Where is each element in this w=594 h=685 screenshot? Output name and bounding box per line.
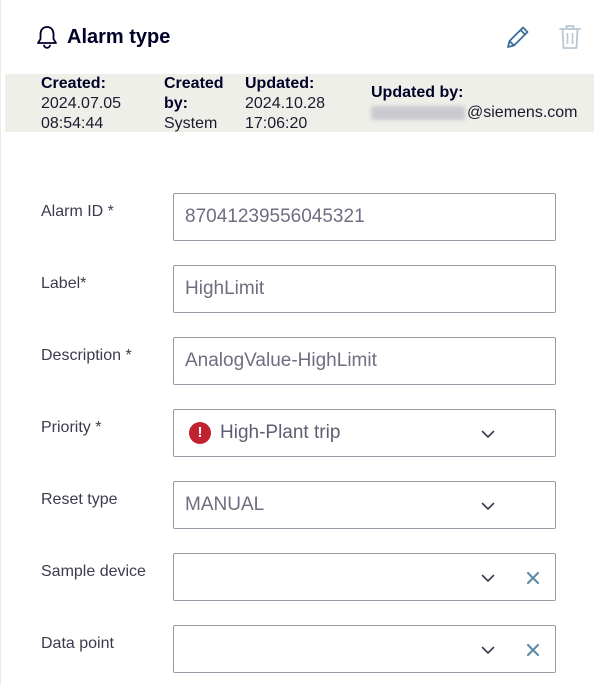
created-label: Created: — [41, 75, 106, 92]
sample-device-label: Sample device — [41, 563, 146, 580]
trash-icon[interactable] — [556, 22, 584, 52]
alarm-id-value: 87041239556045321 — [185, 206, 365, 227]
updated-time: 17:06:20 — [245, 115, 308, 132]
updated-by-label: Updated by: — [371, 84, 464, 101]
updated-label: Updated: — [245, 75, 315, 92]
reset-type-value: MANUAL — [185, 494, 265, 515]
label-field-label: Label* — [41, 275, 87, 292]
chevron-down-icon[interactable] — [480, 570, 496, 586]
created-date: 2024.07.05 — [41, 95, 122, 112]
priority-select[interactable]: ! High-Plant trip — [173, 409, 556, 457]
sample-device-row: Sample device — [1, 553, 594, 601]
label-input[interactable]: HighLimit — [173, 265, 556, 313]
created-by-label-2: by: — [164, 95, 188, 112]
clear-icon[interactable] — [525, 642, 541, 658]
reset-type-label: Reset type — [41, 491, 118, 508]
created-by-value: System — [164, 115, 218, 132]
clear-icon[interactable] — [525, 570, 541, 586]
alarm-id-row: Alarm ID * 87041239556045321 — [1, 193, 594, 241]
data-point-row: Data point — [1, 625, 594, 673]
reset-type-row: Reset type MANUAL — [1, 481, 594, 529]
alarm-id-label: Alarm ID * — [41, 203, 114, 220]
label-row: Label* HighLimit — [1, 265, 594, 313]
description-value: AnalogValue-HighLimit — [185, 350, 377, 371]
updated-by-domain: @siemens.com — [467, 104, 578, 121]
created-info: Created: 2024.07.05 08:54:44 — [41, 74, 121, 134]
updated-info: Updated: 2024.10.28 17:06:20 — [245, 74, 325, 134]
chevron-down-icon[interactable] — [480, 426, 496, 442]
page-title: Alarm type — [67, 26, 171, 48]
priority-alert-icon: ! — [189, 422, 211, 444]
data-point-select[interactable] — [173, 625, 556, 673]
audit-info-bar: Created: 2024.07.05 08:54:44 Created by:… — [5, 74, 594, 132]
description-label: Description * — [41, 347, 132, 364]
label-value: HighLimit — [185, 278, 265, 299]
updated-by-info: Updated by: @siemens.com — [371, 83, 578, 123]
description-input[interactable]: AnalogValue-HighLimit — [173, 337, 556, 385]
chevron-down-icon[interactable] — [480, 642, 496, 658]
bell-icon — [37, 26, 57, 49]
sample-device-select[interactable] — [173, 553, 556, 601]
data-point-label: Data point — [41, 635, 114, 652]
reset-type-select[interactable]: MANUAL — [173, 481, 556, 529]
panel-header: Alarm type — [1, 0, 594, 74]
updated-by-value: @siemens.com — [371, 103, 578, 123]
priority-row: Priority * ! High-Plant trip — [1, 409, 594, 457]
created-time: 08:54:44 — [41, 115, 104, 132]
description-row: Description * AnalogValue-HighLimit — [1, 337, 594, 385]
created-by-info: Created by: System — [164, 74, 224, 134]
created-by-label: Created — [164, 75, 224, 92]
alarm-id-input[interactable]: 87041239556045321 — [173, 193, 556, 241]
priority-value: High-Plant trip — [220, 422, 341, 443]
alarm-type-panel: Alarm type Created: 2024.07.05 08:54:44 … — [0, 0, 594, 685]
pencil-icon[interactable] — [503, 22, 533, 52]
chevron-down-icon[interactable] — [480, 498, 496, 514]
redacted-username — [371, 105, 465, 120]
priority-label: Priority * — [41, 419, 102, 436]
updated-date: 2024.10.28 — [245, 95, 326, 112]
